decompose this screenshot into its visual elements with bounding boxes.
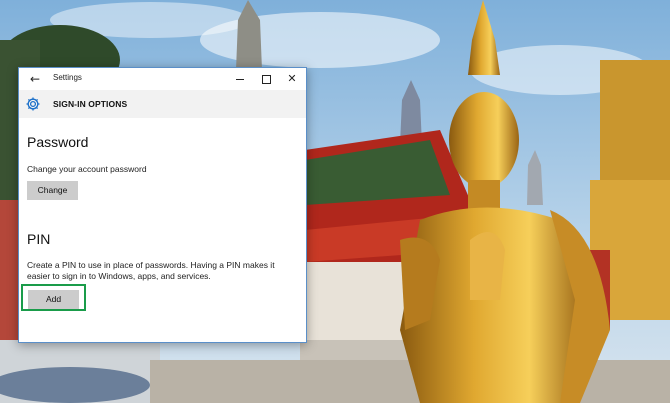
page-title: SIGN-IN OPTIONS [53, 99, 128, 109]
settings-window: ← Settings ✕ SIGN-IN OPTIONS Password Ch… [18, 67, 307, 343]
pin-description: Create a PIN to use in place of password… [27, 260, 275, 281]
back-arrow-icon[interactable]: ← [27, 71, 43, 87]
change-password-button[interactable]: Change [27, 181, 78, 200]
close-icon[interactable]: ✕ [279, 68, 305, 90]
minimize-icon[interactable] [227, 68, 253, 90]
page-header: SIGN-IN OPTIONS [19, 90, 306, 118]
password-description: Change your account password [27, 164, 147, 174]
gear-icon [26, 97, 40, 111]
password-section-title: Password [27, 134, 89, 150]
add-pin-button[interactable]: Add [28, 290, 79, 309]
pin-section-title: PIN [27, 231, 51, 247]
window-title: Settings [53, 73, 82, 82]
content-area: Password Change your account password Ch… [19, 118, 306, 342]
maximize-icon[interactable] [253, 68, 279, 90]
title-bar: ← Settings ✕ [19, 68, 306, 90]
